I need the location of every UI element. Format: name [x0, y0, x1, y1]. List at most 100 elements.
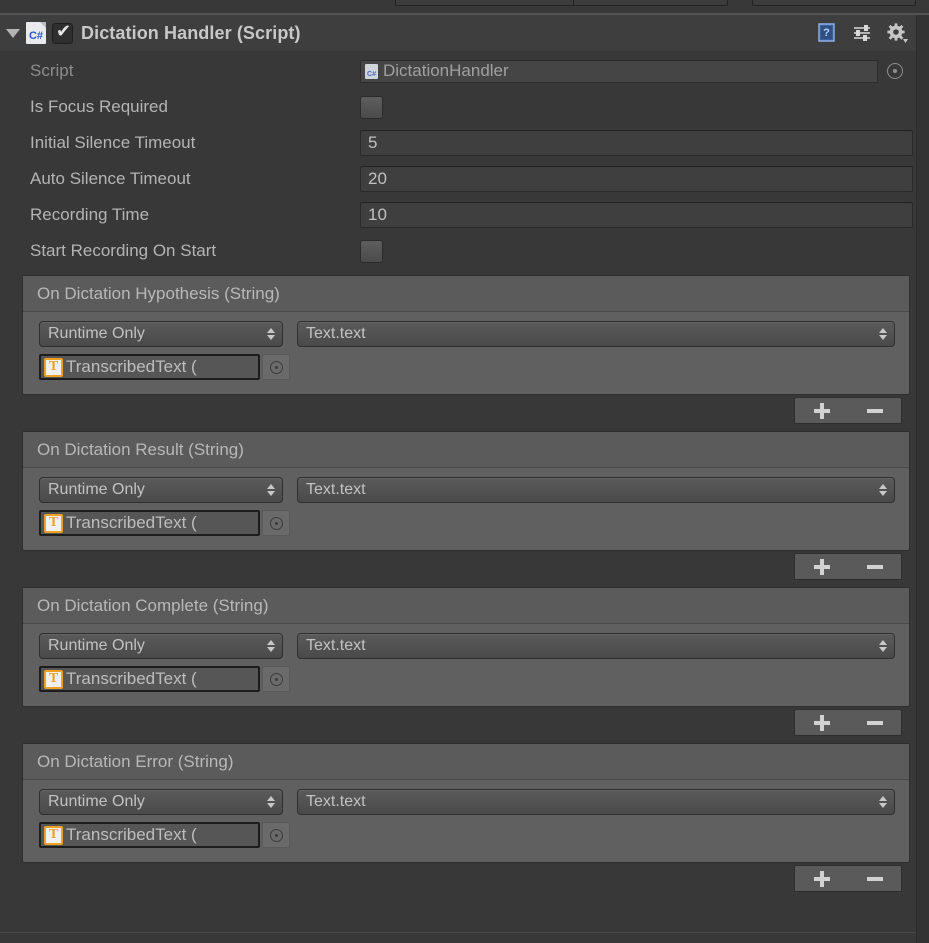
object-picker-icon [269, 360, 283, 374]
unity-event-title: On Dictation Result (String) [37, 439, 244, 459]
script-label: Script [30, 61, 74, 80]
unity-event-list: On Dictation Hypothesis (String) Runtime… [0, 275, 929, 899]
event-target-object-field[interactable]: T TranscribedText ( [39, 354, 260, 380]
remove-listener-button[interactable] [848, 866, 901, 891]
add-listener-button[interactable] [795, 554, 848, 579]
minus-icon [866, 720, 883, 725]
triangle-down-icon [6, 28, 20, 38]
unity-event-body: Runtime Only Text.text T TranscribedText… [23, 468, 909, 550]
chevron-updown-icon [879, 482, 888, 498]
event-target-picker-button[interactable] [262, 510, 290, 536]
text-component-icon: T [44, 357, 63, 377]
event-target-picker-button[interactable] [262, 666, 290, 692]
unity-event-block-0: On Dictation Hypothesis (String) Runtime… [22, 275, 910, 395]
add-remove-listener-group [794, 865, 902, 892]
unity-event-block-3: On Dictation Error (String) Runtime Only… [22, 743, 910, 863]
property-row-initial-silence-timeout: Initial Silence Timeout 5 [0, 125, 929, 161]
foldout-toggle[interactable] [0, 15, 26, 51]
event-mode-value: Runtime Only [48, 325, 145, 342]
unity-event-row-top: Runtime Only Text.text [39, 633, 895, 659]
initial-silence-timeout-label: Initial Silence Timeout [30, 133, 196, 152]
property-row-is-focus-required: Is Focus Required [0, 89, 929, 125]
unity-event-row-top: Runtime Only Text.text [39, 789, 895, 815]
chevron-updown-icon [879, 326, 888, 342]
event-mode-value: Runtime Only [48, 481, 145, 498]
event-target-picker-button[interactable] [262, 822, 290, 848]
gear-icon[interactable] [886, 22, 908, 44]
unity-event-header: On Dictation Result (String) [23, 432, 909, 468]
unity-event-title: On Dictation Error (String) [37, 751, 234, 771]
event-mode-dropdown[interactable]: Runtime Only [39, 477, 283, 503]
event-target-object-field[interactable]: T TranscribedText ( [39, 822, 260, 848]
minus-icon [866, 564, 883, 569]
event-target-object-field[interactable]: T TranscribedText ( [39, 510, 260, 536]
unity-event-row-bottom: T TranscribedText ( [39, 822, 895, 848]
unity-event-header: On Dictation Hypothesis (String) [23, 276, 909, 312]
unity-event-header: On Dictation Error (String) [23, 744, 909, 780]
event-mode-dropdown[interactable]: Runtime Only [39, 633, 283, 659]
remove-listener-button[interactable] [848, 554, 901, 579]
event-mode-value: Runtime Only [48, 793, 145, 810]
event-function-dropdown[interactable]: Text.text [297, 789, 895, 815]
object-picker-icon [269, 516, 283, 530]
add-listener-button[interactable] [795, 710, 848, 735]
unity-event-footer [22, 707, 910, 743]
auto-silence-timeout-input[interactable]: 20 [360, 166, 913, 192]
clipped-field-3 [752, 0, 916, 6]
add-listener-button[interactable] [795, 398, 848, 423]
event-target-picker-button[interactable] [262, 354, 290, 380]
remove-listener-button[interactable] [848, 710, 901, 735]
clipped-field-1 [395, 0, 578, 6]
text-component-icon: T [44, 669, 63, 689]
unity-event-footer [22, 395, 910, 431]
plus-icon [813, 558, 830, 575]
initial-silence-timeout-input[interactable]: 5 [360, 130, 913, 156]
unity-event-row-bottom: T TranscribedText ( [39, 510, 895, 536]
csharp-mini-icon: C# [365, 63, 378, 79]
unity-event-title: On Dictation Complete (String) [37, 595, 269, 615]
property-list: Script C# DictationHandler Is Focus Requ… [0, 51, 929, 269]
script-object-field[interactable]: C# DictationHandler [360, 59, 878, 83]
event-mode-dropdown[interactable]: Runtime Only [39, 789, 283, 815]
dictation-handler-component: C# ✔ Dictation Handler (Script) ? Script… [0, 15, 929, 943]
start-recording-on-start-label: Start Recording On Start [30, 241, 217, 260]
add-remove-listener-group [794, 397, 902, 424]
event-target-value: TranscribedText ( [66, 357, 197, 376]
property-row-script: Script C# DictationHandler [0, 53, 929, 89]
unity-event-footer [22, 551, 910, 587]
header-icon-group: ? [816, 15, 908, 51]
component-enabled-checkbox[interactable]: ✔ [52, 20, 73, 44]
event-target-value: TranscribedText ( [66, 669, 197, 688]
chevron-updown-icon [267, 326, 276, 342]
plus-icon [813, 402, 830, 419]
component-bottom-divider [0, 932, 916, 933]
help-book-icon[interactable]: ? [816, 22, 838, 44]
event-function-dropdown[interactable]: Text.text [297, 477, 895, 503]
chevron-updown-icon [879, 638, 888, 654]
checkmark-icon: ✔ [56, 20, 72, 42]
remove-listener-button[interactable] [848, 398, 901, 423]
unity-event-body: Runtime Only Text.text T TranscribedText… [23, 312, 909, 394]
recording-time-input[interactable]: 10 [360, 202, 913, 228]
is-focus-required-checkbox[interactable] [360, 95, 383, 119]
component-header[interactable]: C# ✔ Dictation Handler (Script) ? [0, 15, 916, 51]
unity-event-row-bottom: T TranscribedText ( [39, 354, 895, 380]
event-function-dropdown[interactable]: Text.text [297, 321, 895, 347]
chevron-updown-icon [267, 794, 276, 810]
svg-text:?: ? [823, 27, 830, 39]
event-target-value: TranscribedText ( [66, 825, 197, 844]
event-mode-dropdown[interactable]: Runtime Only [39, 321, 283, 347]
object-picker-icon [269, 672, 283, 686]
unity-event-title: On Dictation Hypothesis (String) [37, 283, 280, 303]
start-recording-on-start-checkbox[interactable] [360, 239, 383, 263]
script-object-picker-icon[interactable] [887, 63, 903, 79]
unity-event-row-top: Runtime Only Text.text [39, 477, 895, 503]
minus-icon [866, 408, 883, 413]
event-target-object-field[interactable]: T TranscribedText ( [39, 666, 260, 692]
clipped-field-2 [573, 0, 728, 6]
preset-sliders-icon[interactable] [851, 22, 873, 44]
add-listener-button[interactable] [795, 866, 848, 891]
event-function-dropdown[interactable]: Text.text [297, 633, 895, 659]
script-value: DictationHandler [383, 61, 509, 80]
auto-silence-timeout-label: Auto Silence Timeout [30, 169, 191, 188]
